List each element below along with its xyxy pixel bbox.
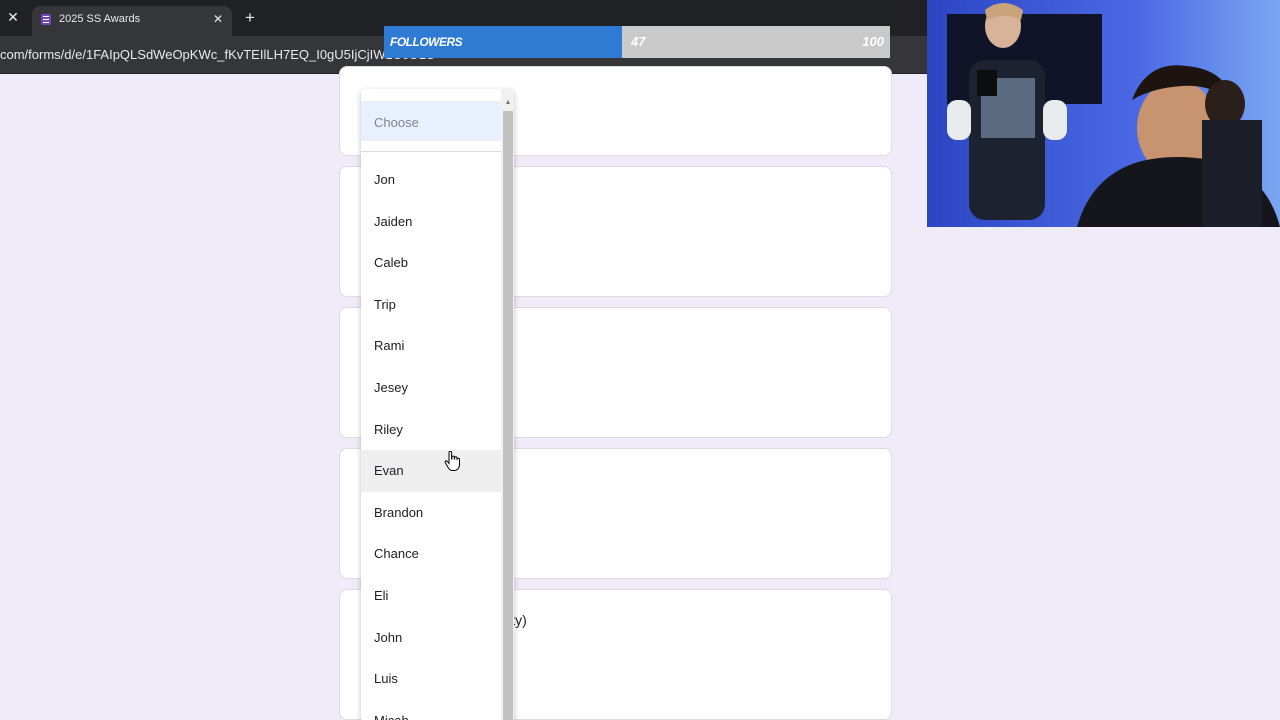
- dropdown-option[interactable]: Chance: [361, 533, 501, 575]
- dropdown-option[interactable]: Evan: [361, 450, 501, 493]
- new-tab-button[interactable]: +: [240, 8, 260, 28]
- browser-tab-active[interactable]: 2025 SS Awards ✕: [32, 6, 232, 36]
- followers-label: FOLLOWERS: [390, 35, 463, 49]
- google-forms-icon: [41, 14, 51, 25]
- close-icon[interactable]: ✕: [4, 8, 22, 26]
- dropdown-option-label: Jon: [374, 172, 395, 187]
- dropdown-option-label: Jaiden: [374, 213, 413, 229]
- followers-goal-bar: FOLLOWERS 47 100: [384, 26, 890, 58]
- dropdown-option-label: Evan: [374, 463, 404, 479]
- dropdown-option-placeholder[interactable]: Choose: [361, 101, 501, 141]
- dropdown-option-label: Chance: [374, 546, 419, 562]
- dropdown-option-label: Trip: [374, 296, 396, 312]
- dropdown-option-label: John: [374, 629, 403, 645]
- dropdown-option-label: Brandon: [374, 504, 424, 520]
- dropdown-option-label: Jesey: [374, 380, 408, 395]
- hand-cursor-icon: [444, 451, 460, 471]
- webcam-overlay: [927, 0, 1280, 227]
- url-text[interactable]: com/forms/d/e/1FAIpQLSdWeOpKWc_fKvTEIlLH…: [0, 47, 435, 62]
- dropdown-option[interactable]: Rami: [361, 325, 501, 367]
- dropdown-option-label: Luis: [374, 671, 398, 687]
- followers-count: 47: [631, 34, 646, 49]
- dropdown-option[interactable]: Eli: [361, 575, 501, 617]
- dropdown-option[interactable]: Jesey: [361, 367, 501, 409]
- dropdown-option[interactable]: Brandon: [361, 492, 501, 534]
- dropdown-placeholder-text: Choose: [374, 115, 419, 130]
- dropdown-scrollbar-thumb[interactable]: [503, 111, 513, 720]
- scroll-up-arrow-icon[interactable]: ▲: [503, 99, 513, 107]
- dropdown-divider: [361, 151, 501, 152]
- dropdown-option-label: Riley: [374, 421, 403, 437]
- dropdown-option[interactable]: Micah: [361, 700, 501, 720]
- dropdown-option[interactable]: Jon: [361, 159, 501, 201]
- followers-goal: 100: [862, 34, 884, 49]
- tab-title: 2025 SS Awards: [59, 13, 141, 25]
- dropdown-option[interactable]: Trip: [361, 284, 501, 326]
- dropdown-option-label: Rami: [374, 338, 405, 354]
- dropdown-option-label: Caleb: [374, 255, 408, 271]
- dropdown-option[interactable]: Riley: [361, 409, 501, 451]
- tab-close-icon[interactable]: ✕: [210, 11, 226, 27]
- streamer-video-feed: [927, 0, 1280, 227]
- dropdown-option-label: Micah: [374, 713, 409, 720]
- dropdown-option[interactable]: John: [361, 617, 501, 659]
- dropdown-menu[interactable]: Choose Jon Jaiden Caleb Trip Rami Jesey Riley E…: [361, 89, 514, 720]
- dropdown-option[interactable]: Jaiden: [361, 201, 501, 243]
- dropdown-option[interactable]: Luis: [361, 658, 501, 700]
- dropdown-option[interactable]: Caleb: [361, 242, 501, 284]
- dropdown-option-label: Eli: [374, 588, 389, 603]
